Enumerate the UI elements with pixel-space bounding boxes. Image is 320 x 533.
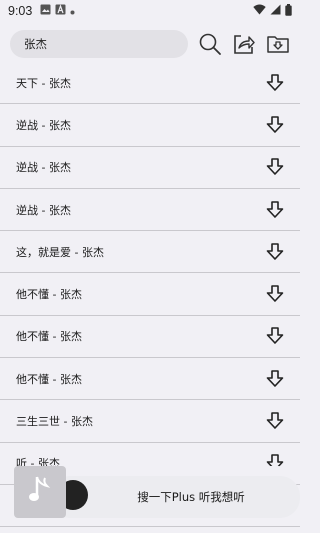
list-item[interactable]: 他不懂 - 张杰 [0,273,300,316]
song-title: 他不懂 - 张杰 [16,372,82,386]
list-item[interactable]: 逆战 - 张杰 [0,147,300,189]
share-icon[interactable] [232,32,256,56]
status-time: 9:03 [8,4,33,18]
list-item[interactable]: 逆战 - 张杰 [0,104,300,147]
download-icon[interactable] [264,368,286,390]
download-icon[interactable] [264,199,286,221]
music-note-icon [27,474,53,510]
song-title: 逆战 - 张杰 [16,118,71,132]
search-input[interactable] [24,37,188,51]
status-left-icons [40,4,75,18]
list-item[interactable]: 逆战 - 张杰 [0,189,300,232]
search-box[interactable] [10,30,188,58]
download-icon[interactable] [264,410,286,432]
list-item[interactable]: 这，就是爱 - 张杰 [0,231,300,274]
list-item[interactable]: 天下 - 张杰 [0,62,300,105]
battery-icon [285,3,292,19]
search-icon[interactable] [198,32,222,56]
album-cover[interactable] [14,466,66,518]
text-a-icon [55,4,66,18]
song-title: 三生三世 - 张杰 [16,415,93,429]
now-playing-text: 搜一下Plus 听我想听 [137,490,245,504]
song-title: 逆战 - 张杰 [16,203,71,217]
download-icon[interactable] [264,114,286,136]
signal-icon [270,4,281,18]
dot-icon [70,4,75,18]
download-icon[interactable] [264,156,286,178]
wifi-icon [253,4,266,18]
song-title: 逆战 - 张杰 [16,161,71,175]
download-icon[interactable] [264,283,286,305]
song-title: 他不懂 - 张杰 [16,330,82,344]
list-item[interactable]: 他不懂 - 张杰 [0,358,300,401]
folder-download-icon[interactable] [266,32,290,56]
top-bar [0,22,300,66]
song-title: 他不懂 - 张杰 [16,288,82,302]
download-icon[interactable] [264,241,286,263]
list-item[interactable]: 他不懂 - 张杰 [0,316,300,359]
image-icon [40,4,51,18]
download-icon[interactable] [264,325,286,347]
toolbar-icons [198,32,290,56]
download-icon[interactable] [264,72,286,94]
status-bar: 9:03 [0,0,300,22]
status-right-icons [253,3,292,19]
song-list: 天下 - 张杰 逆战 - 张杰 逆战 - 张杰 逆战 - 张杰 这，就是爱 - … [0,62,300,528]
song-title: 这，就是爱 - 张杰 [16,245,104,259]
list-item[interactable]: 三生三世 - 张杰 [0,400,300,443]
song-title: 天下 - 张杰 [16,76,71,90]
mini-player[interactable]: 搜一下Plus 听我想听 [14,466,300,518]
